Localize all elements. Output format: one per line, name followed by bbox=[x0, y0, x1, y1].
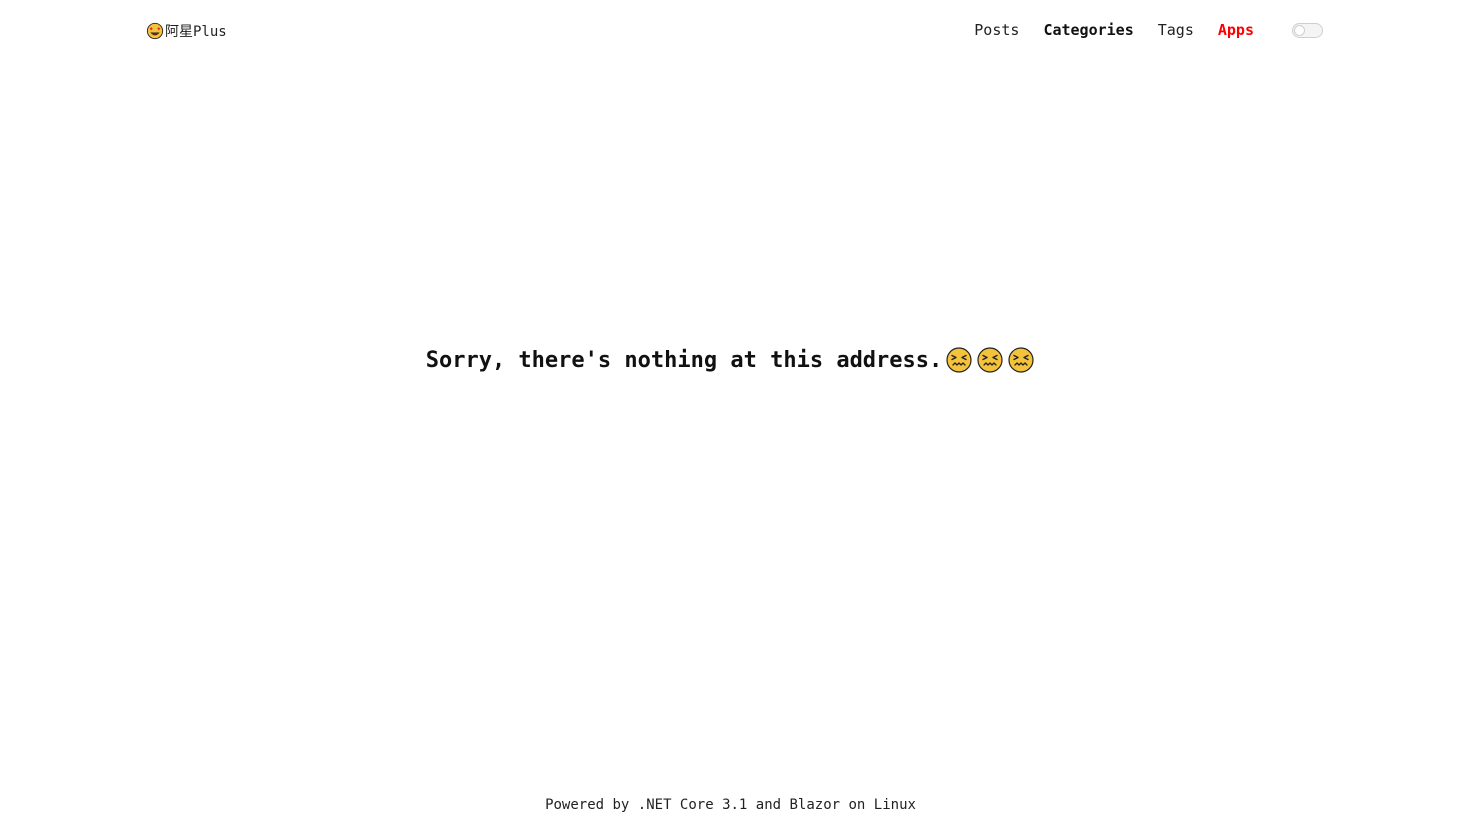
site-name: 阿星Plus bbox=[165, 24, 227, 40]
nav-apps[interactable]: Apps bbox=[1218, 21, 1254, 39]
site-logo-link[interactable]: 阿星Plus bbox=[146, 21, 227, 41]
theme-toggle-switch[interactable] bbox=[1292, 23, 1323, 38]
nav-posts[interactable]: Posts bbox=[974, 21, 1019, 39]
star-struck-face-icon bbox=[146, 22, 164, 40]
confounded-face-icon bbox=[977, 347, 1003, 373]
toggle-knob bbox=[1294, 25, 1305, 36]
main-nav: Posts Categories Tags Apps bbox=[974, 21, 1254, 39]
confounded-face-icon bbox=[946, 347, 972, 373]
nav-categories[interactable]: Categories bbox=[1043, 21, 1133, 39]
not-found-text: Sorry, there's nothing at this address. bbox=[425, 347, 943, 373]
confounded-face-icon bbox=[1008, 347, 1034, 373]
site-header: 阿星Plus Posts Categories Tags Apps bbox=[0, 0, 1461, 64]
not-found-message: Sorry, there's nothing at this address. bbox=[0, 346, 1461, 374]
nav-tags[interactable]: Tags bbox=[1158, 21, 1194, 39]
site-footer: Powered by .NET Core 3.1 and Blazor on L… bbox=[545, 797, 916, 813]
